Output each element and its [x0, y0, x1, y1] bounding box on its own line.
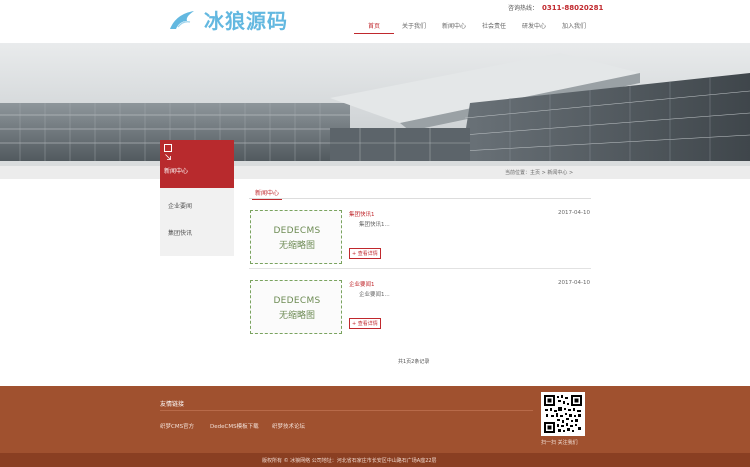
nav-item-social[interactable]: 社会责任 — [474, 20, 514, 34]
logo-text[interactable]: 冰狼源码 — [204, 9, 288, 33]
qr-code-image — [543, 394, 583, 434]
article-thumbnail[interactable]: DEDECMS 无缩略图 — [250, 210, 342, 264]
friend-link-dedecms[interactable]: 织梦CMS官方 — [160, 422, 194, 430]
sidebar-menu — [160, 188, 234, 256]
sidebar-arrow-icon — [164, 144, 172, 160]
thumbnail-text-1: DEDECMS — [273, 226, 321, 236]
nav-item-rd[interactable]: 研发中心 — [514, 20, 554, 34]
view-details-button[interactable]: + 查看详情 — [349, 248, 381, 259]
sidebar-item-group-news[interactable]: 集团快讯 — [168, 228, 192, 237]
hotline: 咨询热线： 0311-88020281 — [508, 3, 603, 12]
list-item: DEDECMS 无缩略图 企业要闻1 2017-04-10 企业要闻1... +… — [249, 280, 591, 340]
list-item: DEDECMS 无缩略图 集团快讯1 2017-04-10 集团快讯1... +… — [249, 210, 591, 270]
nav-item-about[interactable]: 关于我们 — [394, 20, 434, 34]
view-details-button[interactable]: + 查看详情 — [349, 318, 381, 329]
article-date: 2017-04-10 — [558, 280, 590, 286]
qr-code-icon — [541, 392, 585, 436]
nav-item-home[interactable]: 首页 — [354, 20, 394, 34]
thumbnail-text-2: 无缩略图 — [278, 311, 315, 321]
nav-item-join[interactable]: 加入我们 — [554, 20, 594, 34]
breadcrumb-strip — [0, 166, 750, 179]
friend-links-title: 友情链接 — [160, 401, 185, 408]
hotline-label: 咨询热线： — [508, 5, 539, 12]
copyright-text: 版权所有 © 冰狼网络 公司地址：河北省石家庄市长安区中山路石广场A座22层 — [262, 458, 437, 464]
hotline-number: 0311-88020281 — [542, 4, 604, 12]
building-banner-image — [0, 43, 750, 166]
article-divider — [249, 268, 591, 269]
thumbnail-text-1: DEDECMS — [273, 296, 321, 306]
article-date: 2017-04-10 — [558, 210, 590, 216]
article-summary: 集团快讯1... — [359, 222, 390, 228]
article-title[interactable]: 企业要闻1 — [349, 280, 375, 288]
sidebar-title: 新闻中心 — [164, 168, 189, 175]
hero-banner — [0, 43, 750, 166]
site-footer — [0, 386, 750, 453]
friend-link-templates[interactable]: DedeCMS模板下载 — [210, 422, 259, 430]
qr-code-label: 扫一扫 关注我们 — [541, 440, 578, 446]
article-thumbnail[interactable]: DEDECMS 无缩略图 — [250, 280, 342, 334]
main-nav: 首页 关于我们 新闻中心 社会责任 研发中心 加入我们 — [354, 20, 594, 34]
article-title[interactable]: 集团快讯1 — [349, 210, 375, 218]
pagination-info: 共1页2条记录 — [398, 359, 430, 365]
footer-divider — [160, 410, 533, 411]
wolf-logo-icon[interactable] — [168, 9, 198, 33]
sidebar-item-company-news[interactable]: 企业要闻 — [168, 201, 192, 210]
breadcrumb[interactable]: 当前位置：主页 > 新闻中心 > — [505, 169, 573, 176]
article-summary: 企业要闻1... — [359, 292, 390, 298]
thumbnail-text-2: 无缩略图 — [278, 241, 315, 251]
nav-item-news[interactable]: 新闻中心 — [434, 20, 474, 34]
friend-link-forum[interactable]: 织梦技术论坛 — [272, 422, 305, 430]
content-divider — [249, 198, 591, 199]
site-header: 冰狼源码 咨询热线： 0311-88020281 首页 关于我们 新闻中心 社会责… — [0, 0, 750, 43]
